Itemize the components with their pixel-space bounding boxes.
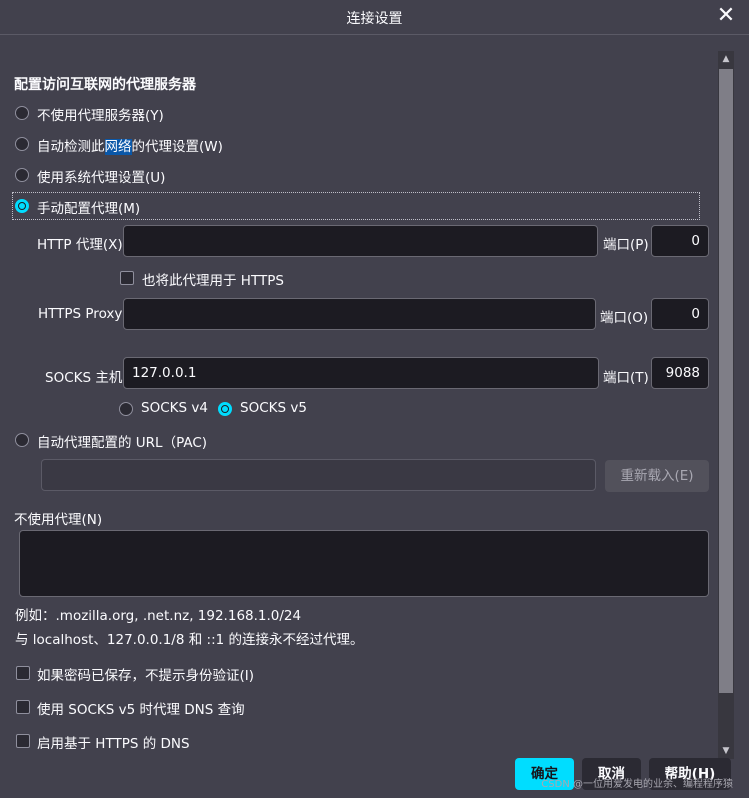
auto-detect-highlight: 网络	[104, 139, 132, 155]
no-auth-prompt-checkbox[interactable]	[16, 666, 30, 680]
radio-no-proxy-label[interactable]: 不使用代理服务器(Y)	[37, 104, 164, 124]
no-proxy-note: 与 localhost、127.0.0.1/8 和 ::1 的连接永不经过代理。	[15, 632, 364, 648]
auto-detect-prefix: 自动检测此	[37, 139, 105, 155]
auto-detect-suffix: 的代理设置(W)	[131, 139, 223, 155]
no-proxy-textarea[interactable]	[19, 530, 709, 597]
radio-auto-detect[interactable]	[15, 137, 29, 151]
socks-port-label: 端口(T)	[603, 370, 649, 386]
radio-manual-proxy-label[interactable]: 手动配置代理(M)	[37, 197, 140, 217]
https-dns-checkbox[interactable]	[16, 734, 30, 748]
scrollbar-thumb[interactable]	[719, 69, 733, 693]
radio-pac[interactable]	[15, 433, 29, 447]
scroll-up-icon[interactable]: ▲	[718, 51, 734, 67]
section-heading: 配置访问互联网的代理服务器	[14, 77, 196, 93]
also-https-checkbox[interactable]	[120, 271, 134, 285]
https-port-label: 端口(O)	[600, 310, 649, 326]
also-https-label[interactable]: 也将此代理用于 HTTPS	[142, 269, 284, 289]
close-icon[interactable]: ✕	[715, 5, 737, 27]
radio-system-proxy-label[interactable]: 使用系统代理设置(U)	[37, 166, 165, 186]
http-port-label: 端口(P)	[603, 237, 649, 253]
http-proxy-label: HTTP 代理(X)	[37, 237, 123, 253]
radio-system-proxy[interactable]	[15, 168, 29, 182]
dialog-titlebar: 连接设置 ✕	[0, 0, 749, 35]
http-proxy-input[interactable]	[123, 225, 598, 257]
socks-host-label: SOCKS 主机	[45, 370, 123, 386]
https-dns-label[interactable]: 启用基于 HTTPS 的 DNS	[37, 732, 190, 752]
scroll-down-icon[interactable]: ▼	[718, 743, 734, 759]
https-proxy-label: HTTPS Proxy	[38, 306, 123, 322]
socks-v4-label[interactable]: SOCKS v4	[141, 400, 208, 416]
radio-socks-v5[interactable]	[218, 402, 232, 416]
socks-v5-label[interactable]: SOCKS v5	[240, 400, 307, 416]
pac-url-input[interactable]	[41, 459, 596, 491]
no-auth-prompt-label[interactable]: 如果密码已保存，不提示身份验证(I)	[37, 664, 254, 684]
socks-host-input[interactable]: 127.0.0.1	[123, 357, 599, 389]
https-port-input[interactable]: 0	[651, 298, 709, 330]
radio-manual-proxy[interactable]	[15, 199, 29, 213]
radio-auto-detect-label[interactable]: 自动检测此网络的代理设置(W)	[37, 135, 223, 155]
radio-socks-v4[interactable]	[119, 402, 133, 416]
radio-no-proxy[interactable]	[15, 106, 29, 120]
scrollbar[interactable]: ▲ ▼	[718, 51, 734, 759]
socks-dns-label[interactable]: 使用 SOCKS v5 时代理 DNS 查询	[37, 698, 245, 718]
reload-button[interactable]: 重新载入(E)	[605, 460, 709, 492]
no-proxy-label: 不使用代理(N)	[14, 512, 103, 528]
watermark: CSDN @一位用爱发电的业余、编程程序猿	[541, 779, 733, 790]
https-proxy-input[interactable]	[123, 298, 596, 330]
dialog-title: 连接设置	[346, 11, 403, 27]
socks-dns-checkbox[interactable]	[16, 700, 30, 714]
no-proxy-example: 例如：.mozilla.org, .net.nz, 192.168.1.0/24	[15, 608, 302, 624]
socks-port-input[interactable]: 9088	[651, 357, 709, 389]
radio-pac-label[interactable]: 自动代理配置的 URL（PAC)	[37, 431, 207, 451]
http-port-input[interactable]: 0	[651, 225, 709, 257]
